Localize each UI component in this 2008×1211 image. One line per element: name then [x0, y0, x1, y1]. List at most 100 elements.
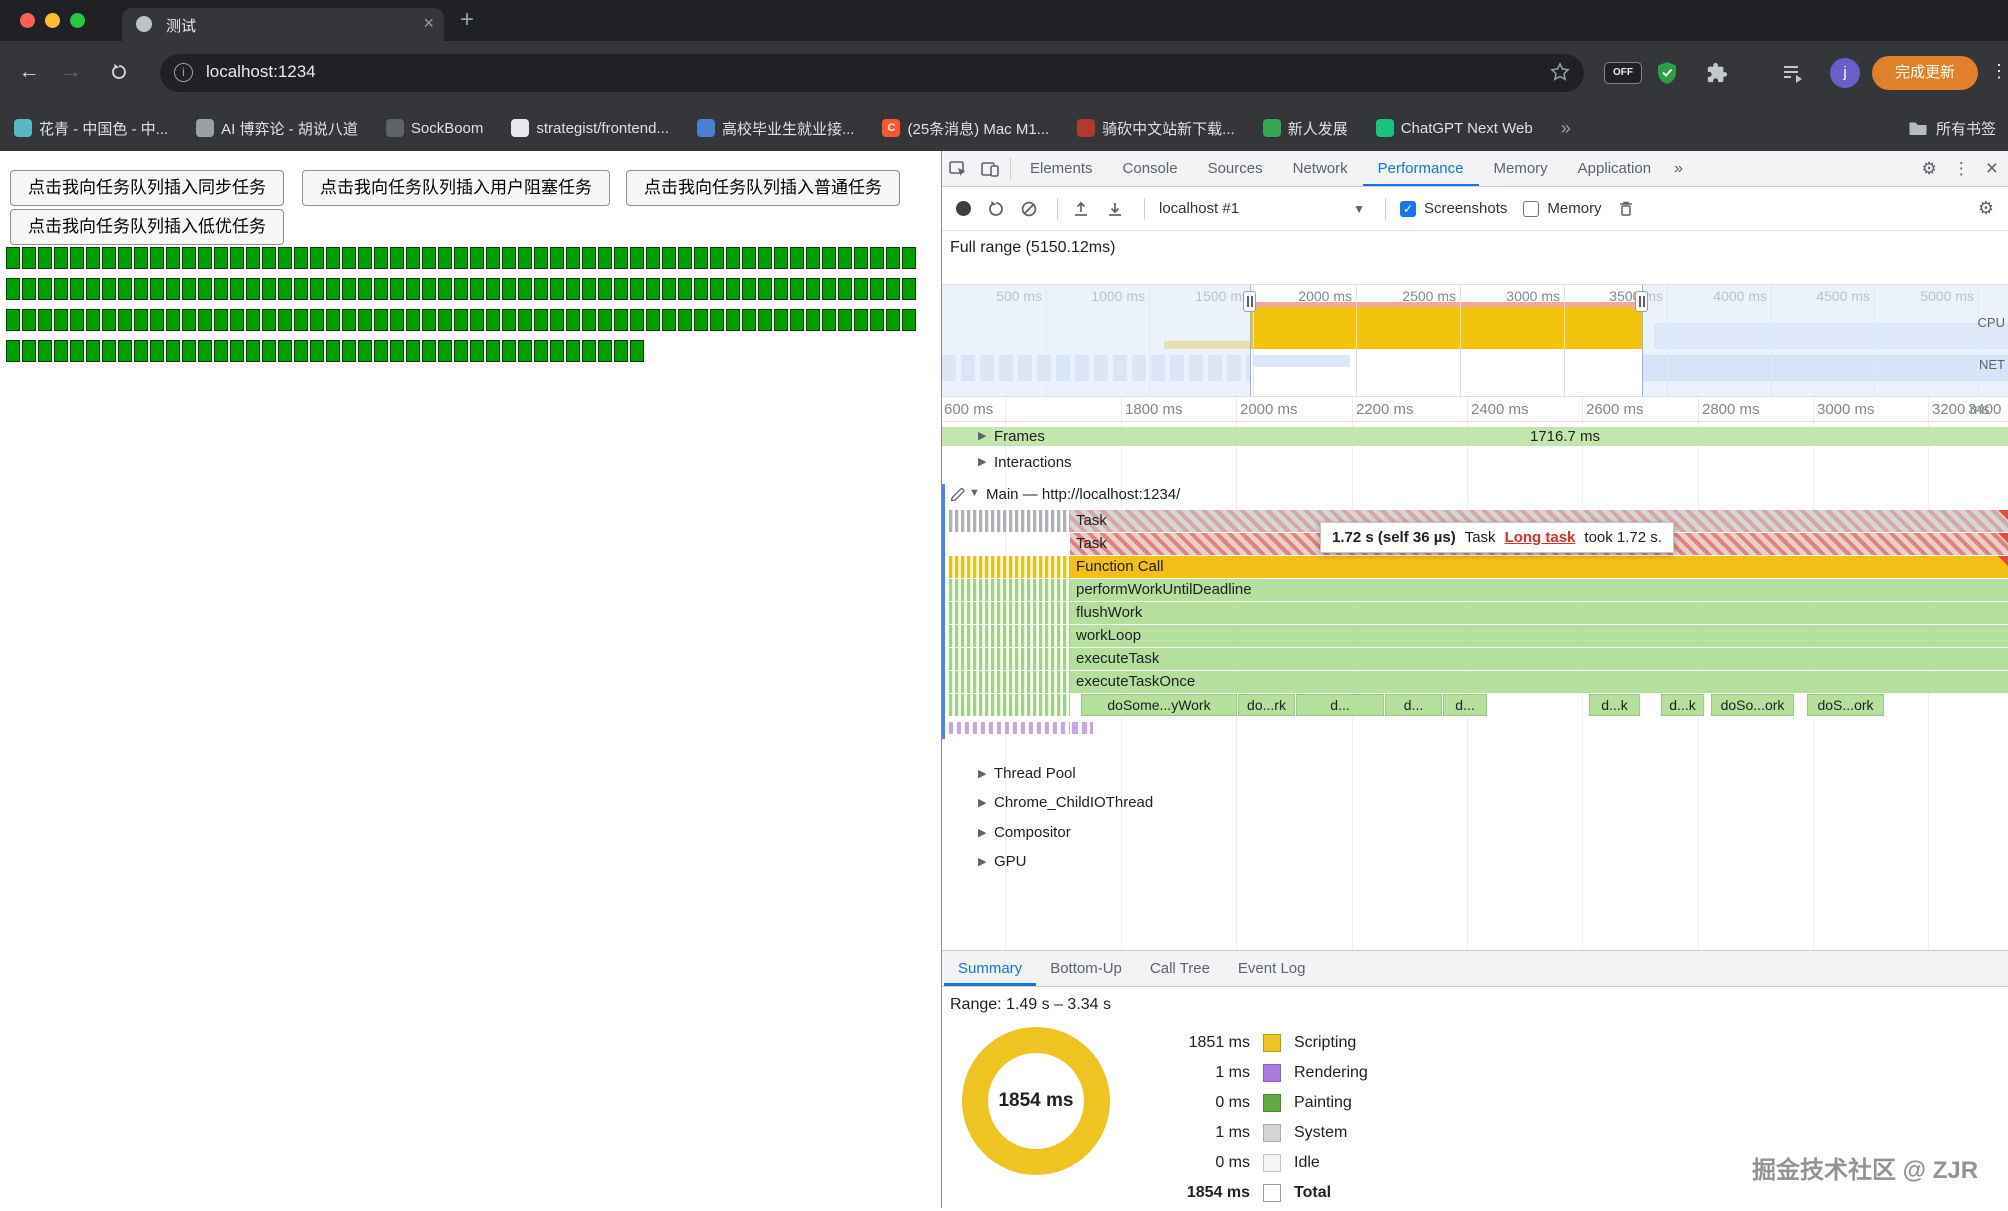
- disclosure-triangle-icon[interactable]: ▶: [978, 796, 986, 809]
- bookmark-item[interactable]: 高校毕业生就业接...: [697, 118, 855, 139]
- load-profile-icon[interactable]: [1072, 200, 1090, 218]
- browser-tab[interactable]: 测试 ×: [122, 8, 444, 41]
- flame-bar-function-call[interactable]: Function Call: [1070, 556, 2008, 578]
- new-tab-button[interactable]: +: [460, 6, 474, 34]
- insert-low-task-button[interactable]: 点击我向任务队列插入低优任务: [10, 209, 284, 245]
- flame-bar-dosomethingwork[interactable]: doSo...ork: [1711, 694, 1794, 716]
- media-playlist-icon[interactable]: [1782, 64, 1804, 89]
- pencil-icon[interactable]: [950, 487, 965, 507]
- tab-console[interactable]: Console: [1108, 152, 1193, 186]
- insert-blocking-task-button[interactable]: 点击我向任务队列插入用户阻塞任务: [302, 170, 610, 206]
- tab-elements[interactable]: Elements: [1015, 152, 1108, 186]
- disclosure-triangle-icon[interactable]: ▶: [978, 826, 986, 839]
- task-block: [758, 309, 772, 331]
- task-block: [294, 309, 308, 331]
- back-icon[interactable]: ←: [14, 57, 44, 87]
- timeline-overview[interactable]: CPU NET 500 ms1000 ms1500 ms2000 ms2500 …: [942, 284, 2008, 397]
- forward-icon[interactable]: →: [56, 57, 86, 87]
- insert-normal-task-button[interactable]: 点击我向任务队列插入普通任务: [626, 170, 900, 206]
- devtools-close-icon[interactable]: ×: [1986, 157, 1998, 181]
- tab-sources[interactable]: Sources: [1193, 152, 1278, 186]
- disclosure-triangle-icon[interactable]: ▶: [978, 429, 986, 442]
- flame-bar-dosomethingwork[interactable]: doSome...yWork: [1081, 694, 1237, 716]
- bookmark-item[interactable]: AI 博弈论 - 胡说八道: [196, 118, 358, 139]
- profile-select[interactable]: localhost #1 ▼: [1159, 200, 1365, 217]
- bookmark-item[interactable]: 骑砍中文站新下载...: [1077, 118, 1235, 139]
- flame-bar-dosomethingwork[interactable]: do...rk: [1238, 694, 1295, 716]
- checkbox-checked-icon[interactable]: ✓: [1400, 201, 1416, 217]
- bookmark-item[interactable]: ChatGPT Next Web: [1376, 119, 1533, 137]
- long-task-link[interactable]: Long task: [1505, 529, 1576, 546]
- browser-menu-kebab-icon[interactable]: ⋮: [1990, 61, 2008, 82]
- track-thread-pool[interactable]: ▶Thread Pool: [942, 762, 2008, 786]
- flame-bar-flushwork[interactable]: flushWork: [1070, 602, 2008, 624]
- drawer-tab-event-log[interactable]: Event Log: [1224, 951, 1320, 986]
- disclosure-triangle-expanded-icon[interactable]: ▼: [969, 487, 980, 499]
- flame-bar-workloop[interactable]: workLoop: [1070, 625, 2008, 647]
- shield-extension-icon[interactable]: [1656, 61, 1678, 90]
- extensions-puzzle-icon[interactable]: [1706, 62, 1728, 89]
- flame-bar-executetask[interactable]: executeTask: [1070, 648, 2008, 670]
- flame-bar-dosomethingwork[interactable]: d...k: [1589, 694, 1640, 716]
- flame-bar-dosomethingwork[interactable]: doS...ork: [1807, 694, 1884, 716]
- more-tabs-chevron[interactable]: »: [1666, 160, 1691, 178]
- selection-handle-right[interactable]: [1642, 285, 1643, 397]
- bookmark-item[interactable]: SockBoom: [386, 119, 484, 137]
- collect-garbage-icon[interactable]: [1618, 200, 1634, 217]
- flame-bar-dosomethingwork[interactable]: d...: [1385, 694, 1442, 716]
- capture-settings-gear-icon[interactable]: ⚙: [1978, 198, 1994, 219]
- clear-icon[interactable]: [1021, 201, 1037, 217]
- bookmark-item[interactable]: strategist/frontend...: [511, 119, 669, 137]
- track-chrome-childiothread[interactable]: ▶Chrome_ChildIOThread: [942, 791, 2008, 815]
- tab-performance[interactable]: Performance: [1363, 152, 1479, 186]
- memory-checkbox[interactable]: Memory: [1523, 200, 1601, 217]
- drawer-tab-call-tree[interactable]: Call Tree: [1136, 951, 1224, 986]
- flame-bar-executetaskonce[interactable]: executeTaskOnce: [1070, 671, 2008, 693]
- bookmark-item[interactable]: 花青 - 中国色 - 中...: [14, 118, 168, 139]
- insert-sync-task-button[interactable]: 点击我向任务队列插入同步任务: [10, 170, 284, 206]
- reload-icon[interactable]: [104, 57, 134, 87]
- tab-close-icon[interactable]: ×: [423, 13, 434, 34]
- window-minimize-button[interactable]: [45, 13, 60, 28]
- flame-bar-performworkuntildeadline[interactable]: performWorkUntilDeadline: [1070, 579, 2008, 601]
- bookmarks-overflow-chevron[interactable]: »: [1561, 118, 1571, 139]
- record-button[interactable]: [956, 201, 971, 216]
- save-profile-icon[interactable]: [1106, 200, 1124, 218]
- tab-memory[interactable]: Memory: [1479, 152, 1563, 186]
- inspect-element-icon[interactable]: [942, 151, 974, 187]
- drawer-tab-summary[interactable]: Summary: [944, 951, 1036, 986]
- track-main-header[interactable]: ▼ Main — http://localhost:1234/: [942, 484, 2008, 505]
- device-toolbar-icon[interactable]: [974, 151, 1006, 187]
- devtools-menu-kebab-icon[interactable]: ⋮: [1953, 159, 1970, 179]
- profile-avatar[interactable]: j: [1830, 58, 1860, 88]
- window-close-button[interactable]: [20, 13, 35, 28]
- devtools-settings-gear-icon[interactable]: ⚙: [1921, 159, 1936, 179]
- site-info-icon[interactable]: i: [174, 63, 193, 82]
- bookmark-item[interactable]: C(25条消息) Mac M1...: [882, 118, 1049, 139]
- disclosure-triangle-icon[interactable]: ▶: [978, 855, 986, 868]
- tab-application[interactable]: Application: [1563, 152, 1666, 186]
- bookmark-item[interactable]: 新人发展: [1263, 118, 1348, 139]
- flame-bar-dosomethingwork[interactable]: d...k: [1661, 694, 1704, 716]
- drawer-tab-bottom-up[interactable]: Bottom-Up: [1036, 951, 1136, 986]
- disclosure-triangle-icon[interactable]: ▶: [978, 767, 986, 780]
- window-maximize-button[interactable]: [70, 13, 85, 28]
- task-block: [118, 247, 132, 269]
- screenshots-checkbox[interactable]: ✓ Screenshots: [1400, 200, 1507, 217]
- flame-bar-dosomethingwork[interactable]: d...: [1443, 694, 1487, 716]
- url-bar[interactable]: i localhost:1234: [160, 54, 1584, 92]
- update-chrome-button[interactable]: 完成更新: [1872, 56, 1978, 90]
- off-extension-badge[interactable]: OFF: [1604, 62, 1642, 84]
- reload-and-record-icon[interactable]: [987, 200, 1005, 218]
- track-gpu[interactable]: ▶GPU: [942, 850, 2008, 874]
- all-bookmarks-folder[interactable]: 所有书签: [1908, 118, 1996, 139]
- track-compositor[interactable]: ▶Compositor: [942, 821, 2008, 845]
- track-interactions[interactable]: ▶ Interactions: [942, 451, 2008, 474]
- checkbox-unchecked-icon[interactable]: [1523, 201, 1539, 217]
- disclosure-triangle-icon[interactable]: ▶: [978, 455, 986, 468]
- bookmark-star-icon[interactable]: [1550, 62, 1570, 87]
- flame-bar-dosomethingwork[interactable]: d...: [1296, 694, 1384, 716]
- track-frames[interactable]: ▶ Frames 1716.7 ms: [942, 425, 2008, 448]
- selection-handle-left[interactable]: [1250, 285, 1251, 397]
- tab-network[interactable]: Network: [1278, 152, 1363, 186]
